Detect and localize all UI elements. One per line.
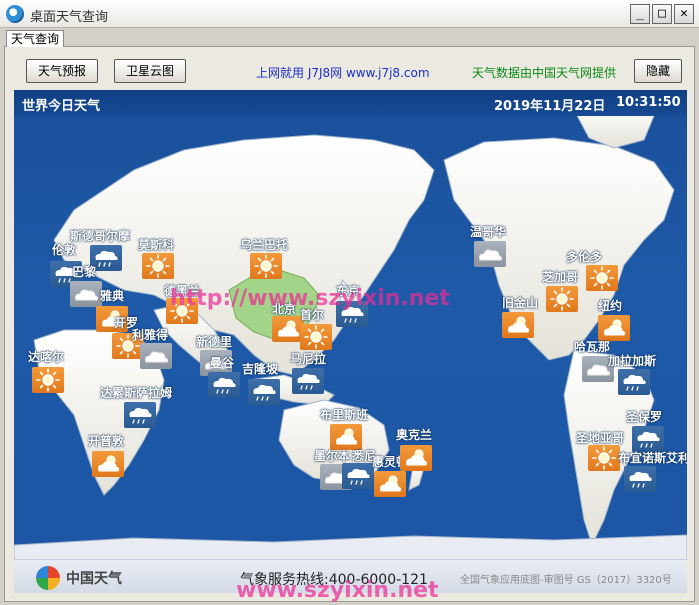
city-label[interactable]: 达累斯萨拉姆 [100, 384, 172, 401]
world-weather-map: 世界今日天气 2019年11月22日 10:31:50 斯德哥尔摩 伦敦 莫斯科巴黎… [14, 90, 687, 593]
map-title: 世界今日天气 [22, 99, 101, 114]
footer-watermark: www.szyixin.net [236, 578, 439, 603]
tab-weather-query[interactable]: 天气查询 [6, 30, 65, 47]
city-label[interactable]: 开普敦 [88, 432, 124, 449]
city-label[interactable]: 布宜诺斯艾利斯 [618, 449, 687, 466]
rain-icon [124, 402, 156, 428]
rain-icon [624, 466, 656, 492]
logo-text: 中国天气 [66, 571, 122, 587]
city-label[interactable]: 芝加哥 [542, 268, 578, 285]
map-date: 2019年11月22日 [494, 99, 606, 114]
city-label[interactable]: 莫斯科 [138, 236, 174, 253]
city-label[interactable]: 乌兰巴托 [240, 236, 288, 253]
cloud-icon [70, 281, 102, 307]
city-label[interactable]: 利雅得 [132, 326, 168, 343]
city-label[interactable]: 圣保罗 [626, 408, 662, 425]
partly-cloudy-icon [374, 471, 406, 497]
sun-icon [588, 445, 620, 471]
city-label[interactable]: 曼谷 [210, 354, 234, 371]
forecast-button[interactable]: 天气预报 [26, 59, 98, 83]
sun-icon [300, 324, 332, 350]
sun-icon [142, 253, 174, 279]
city-label[interactable]: 马尼拉 [290, 350, 326, 367]
china-weather-logo-icon [36, 566, 60, 590]
city-label[interactable]: 奥克兰 [396, 426, 432, 443]
sun-icon [586, 265, 618, 291]
sun-icon [250, 253, 282, 279]
map-license: 全国气象应用底图-审图号 GS（2017）3320号 [460, 575, 672, 586]
sun-icon [32, 367, 64, 393]
partly-cloudy-icon [400, 445, 432, 471]
rain-icon [618, 369, 650, 395]
city-label[interactable]: 多伦多 [566, 248, 602, 265]
rain-icon [208, 372, 240, 398]
city-label[interactable]: 圣地亚哥 [576, 429, 624, 446]
city-label[interactable]: 新德里 [196, 333, 232, 350]
title-bar: 桌面天气查询 _ □ ✕ [0, 0, 699, 28]
city-label[interactable]: 墨尔本 [314, 447, 350, 464]
city-label[interactable]: 加拉加斯 [608, 352, 656, 369]
minimize-button[interactable]: _ [630, 4, 650, 24]
app-icon [6, 5, 24, 23]
city-label[interactable]: 纽约 [598, 297, 622, 314]
partly-cloudy-icon [92, 451, 124, 477]
rain-icon [248, 379, 280, 405]
city-label[interactable]: 雅典 [100, 287, 124, 304]
city-label[interactable]: 哈瓦那 [574, 338, 610, 355]
rain-icon [342, 463, 374, 489]
city-label[interactable]: 达喀尔 [28, 348, 64, 365]
city-label[interactable]: 斯德哥尔摩 [70, 227, 130, 244]
map-time: 10:31:50 [616, 95, 681, 110]
city-label[interactable]: 旧金山 [502, 294, 538, 311]
partly-cloudy-icon [502, 312, 534, 338]
city-label[interactable]: 布里斯班 [320, 406, 368, 423]
site-link[interactable]: 上网就用 J7J8网 www.j7j8.com [256, 64, 430, 81]
hide-button[interactable]: 隐藏 [634, 59, 682, 83]
city-label[interactable]: 温哥华 [470, 223, 506, 240]
close-button[interactable]: ✕ [674, 4, 694, 24]
sun-icon [546, 286, 578, 312]
city-label[interactable]: 吉隆坡 [242, 360, 278, 377]
cloud-icon [140, 343, 172, 369]
rain-icon [292, 368, 324, 394]
city-label[interactable]: 巴黎 [72, 263, 96, 280]
satellite-cloud-button[interactable]: 卫星云图 [114, 59, 186, 83]
map-header: 世界今日天气 2019年11月22日 10:31:50 [14, 90, 687, 116]
cloud-icon [474, 241, 506, 267]
maximize-button[interactable]: □ [652, 4, 672, 24]
data-source-text: 天气数据由中国天气网提供 [472, 66, 617, 80]
watermark-text: http://www.szyixin.net [170, 286, 450, 311]
city-label[interactable]: 伦敦 [52, 241, 76, 258]
window-title: 桌面天气查询 [30, 10, 109, 25]
